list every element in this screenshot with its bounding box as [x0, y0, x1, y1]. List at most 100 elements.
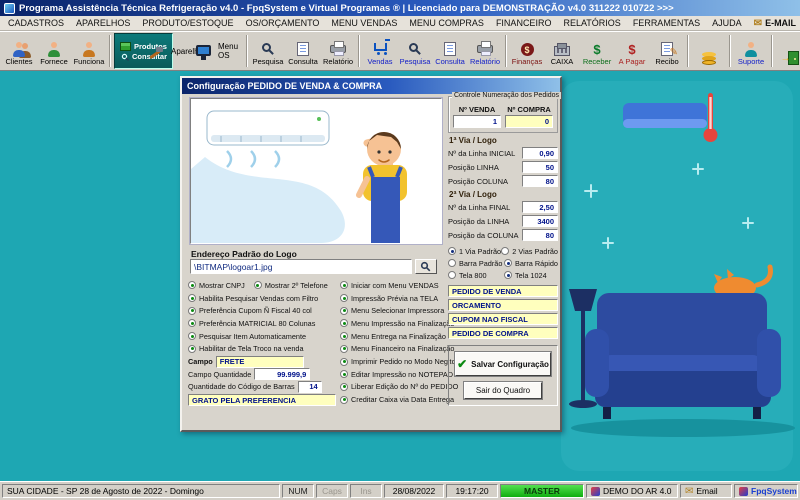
- options-left-column: Mostrar CNPJ Mostrar 2º Telefone Habilit…: [188, 280, 338, 406]
- toolbar-vendas-pesquisa[interactable]: Pesquisa: [398, 33, 432, 69]
- option-row[interactable]: Habilitar de Tela Troco na venda: [188, 343, 338, 354]
- option-row[interactable]: Menu Selecionar Impressora: [340, 305, 446, 316]
- posicao-linha-field[interactable]: 50: [522, 161, 558, 173]
- brand-icon: [739, 487, 748, 496]
- status-location: SUA CIDADE - SP 28 de Agosto de 2022 - D…: [2, 484, 280, 498]
- toolbar-separator: [771, 35, 773, 67]
- posicao-linha2-field[interactable]: 3400: [522, 215, 558, 227]
- option-dot: [188, 294, 196, 302]
- menu-cadastros[interactable]: CADASTROS: [2, 17, 70, 29]
- barras-field[interactable]: 14: [298, 381, 322, 393]
- option-row[interactable]: Preferência MATRICIAL 80 Colunas: [188, 318, 338, 329]
- radio-barra-padrao[interactable]: Barra Padrão: [448, 258, 504, 268]
- radio-dot: [448, 271, 456, 279]
- toolbar-funcionario[interactable]: Funciona: [72, 33, 106, 69]
- status-app-name: DEMO DO AR 4.0: [586, 484, 678, 498]
- toolbar-recibo[interactable]: Recibo: [650, 33, 684, 69]
- menu-email[interactable]: ✉ E-MAIL: [748, 17, 800, 30]
- posicao-coluna-field[interactable]: 80: [522, 175, 558, 187]
- toolbar-vendas[interactable]: Vendas: [363, 33, 397, 69]
- quantidade-field[interactable]: 99.999,9: [254, 368, 310, 380]
- menu-aparelhos[interactable]: APARELHOS: [70, 17, 136, 29]
- menu-vendas[interactable]: MENU VENDAS: [325, 17, 403, 29]
- linha-final-field[interactable]: 2,50: [522, 201, 558, 213]
- option-row[interactable]: Imprimir Pedido no Modo Negito: [340, 356, 446, 367]
- option-row[interactable]: Menu Financeiro na Finalização: [340, 343, 446, 354]
- toolbar-vendas-consulta[interactable]: Consulta: [433, 33, 467, 69]
- option-dot: [340, 396, 348, 404]
- toolbar-os-relatorio[interactable]: Relatório: [321, 33, 355, 69]
- option-row[interactable]: Iniciar com Menu VENDAS: [340, 280, 446, 291]
- radio-tela-800[interactable]: Tela 800: [448, 270, 504, 280]
- toolbar-moedas[interactable]: [692, 33, 726, 69]
- option-row[interactable]: Liberar Edição do Nº do PEDIDO: [340, 382, 446, 393]
- option-dot: [340, 332, 348, 340]
- frete-field[interactable]: FRETE: [216, 356, 304, 368]
- option-dot[interactable]: [254, 281, 262, 289]
- titlebar[interactable]: Programa Assistência Técnica Refrigeraçã…: [0, 0, 800, 16]
- option-dot[interactable]: [188, 281, 196, 289]
- via1-section-title: 1ª Via / Logo: [449, 136, 558, 145]
- option-row[interactable]: Menu Entrega na Finalização: [340, 331, 446, 342]
- radio-1-via-padrao[interactable]: 1 Via Padrão: [448, 246, 501, 256]
- option-row[interactable]: Creditar Caixa via Data Entrega: [340, 394, 446, 405]
- toolbar-financas[interactable]: Finanças: [510, 33, 544, 69]
- grato-field[interactable]: GRATO PELA PREFERENCIA: [188, 394, 336, 406]
- coins-icon: [697, 47, 721, 66]
- status-email[interactable]: ✉ Email: [680, 484, 732, 498]
- search-icon: [421, 262, 428, 269]
- compra-label: Nº COMPRA: [505, 105, 553, 114]
- app-icon: [4, 3, 15, 14]
- pedido-compra-field[interactable]: PEDIDO DE COMPRA: [448, 327, 558, 339]
- toolbar-separator: [729, 35, 731, 67]
- toolbar-separator: [505, 35, 507, 67]
- toolbar-os-consulta[interactable]: Consulta: [286, 33, 320, 69]
- cash-register-icon: [550, 38, 574, 57]
- save-config-button[interactable]: ✔ Salvar Configuração: [455, 352, 551, 376]
- option-row[interactable]: Editar Impressão no NOTEPAD: [340, 369, 446, 380]
- menu-relatorios[interactable]: RELATÓRIOS: [557, 17, 626, 29]
- menu-ajuda[interactable]: AJUDA: [706, 17, 748, 29]
- toolbar-clientes[interactable]: Clientes: [2, 33, 36, 69]
- radio-barra-rapido[interactable]: Barra Rápido: [504, 258, 558, 268]
- cupom-field[interactable]: CUPOM NAO FISCAL: [448, 313, 558, 325]
- orcamento-field[interactable]: ORCAMENTO: [448, 299, 558, 311]
- venda-number-field[interactable]: 1: [453, 115, 501, 128]
- toolbar-a-pagar[interactable]: A Pagar: [615, 33, 649, 69]
- menu-ferramentas[interactable]: FERRAMENTAS: [627, 17, 706, 29]
- option-row[interactable]: Impressão Prévia na TELA: [340, 293, 446, 304]
- compra-number-field[interactable]: 0: [505, 115, 553, 128]
- menu-financeiro[interactable]: FINANCEIRO: [490, 17, 558, 29]
- logo-path-input[interactable]: [190, 259, 412, 274]
- exit-dialog-button[interactable]: Sair do Quadro: [464, 382, 542, 399]
- option-dot: [340, 345, 348, 353]
- toolbar-caixa[interactable]: CAIXA: [545, 33, 579, 69]
- toolbar-os-pesquisa[interactable]: Pesquisa: [251, 33, 285, 69]
- radio-2-vias-padrao[interactable]: 2 Vias Padrão: [501, 246, 558, 256]
- menu-produto-estoque[interactable]: PRODUTO/ESTOQUE: [136, 17, 239, 29]
- toolbar-menu-os[interactable]: Menu OS: [209, 33, 243, 69]
- menu-os-orcamento[interactable]: OS/ORÇAMENTO: [240, 17, 326, 29]
- via2-section-title: 2ª Via / Logo: [449, 190, 558, 199]
- option-row[interactable]: Preferência Cupom Ñ Fiscal 40 col: [188, 305, 338, 316]
- toolbar-receber[interactable]: Receber: [580, 33, 614, 69]
- toolbar-sair[interactable]: [776, 33, 800, 69]
- toolbar-fornecedor[interactable]: Fornece: [37, 33, 71, 69]
- toolbar-vendas-relatorio[interactable]: Relatório: [468, 33, 502, 69]
- menubar: CADASTROS APARELHOS PRODUTO/ESTOQUE OS/O…: [0, 16, 800, 31]
- browse-logo-button[interactable]: [415, 259, 437, 274]
- printer-icon: [473, 38, 497, 57]
- menu-compras[interactable]: MENU COMPRAS: [403, 17, 490, 29]
- right-settings-column: Controle Numeração dos Pedidos Nº VENDA …: [448, 96, 558, 406]
- posicao-coluna2-field[interactable]: 80: [522, 229, 558, 241]
- toolbar-separator: [246, 35, 248, 67]
- pedido-venda-field[interactable]: PEDIDO DE VENDA: [448, 285, 558, 297]
- linha-inicial-field[interactable]: 0,90: [522, 147, 558, 159]
- toolbar-suporte[interactable]: Suporte: [734, 33, 768, 69]
- supplier-icon: [42, 38, 66, 57]
- background-illustration: [545, 71, 800, 481]
- option-row[interactable]: Habilita Pesquisar Vendas com Filtro: [188, 293, 338, 304]
- radio-tela-1024[interactable]: Tela 1024: [504, 270, 547, 280]
- option-row[interactable]: Menu Impressão na Finalização: [340, 318, 446, 329]
- option-row[interactable]: Pesquisar Item Automaticamente: [188, 331, 338, 342]
